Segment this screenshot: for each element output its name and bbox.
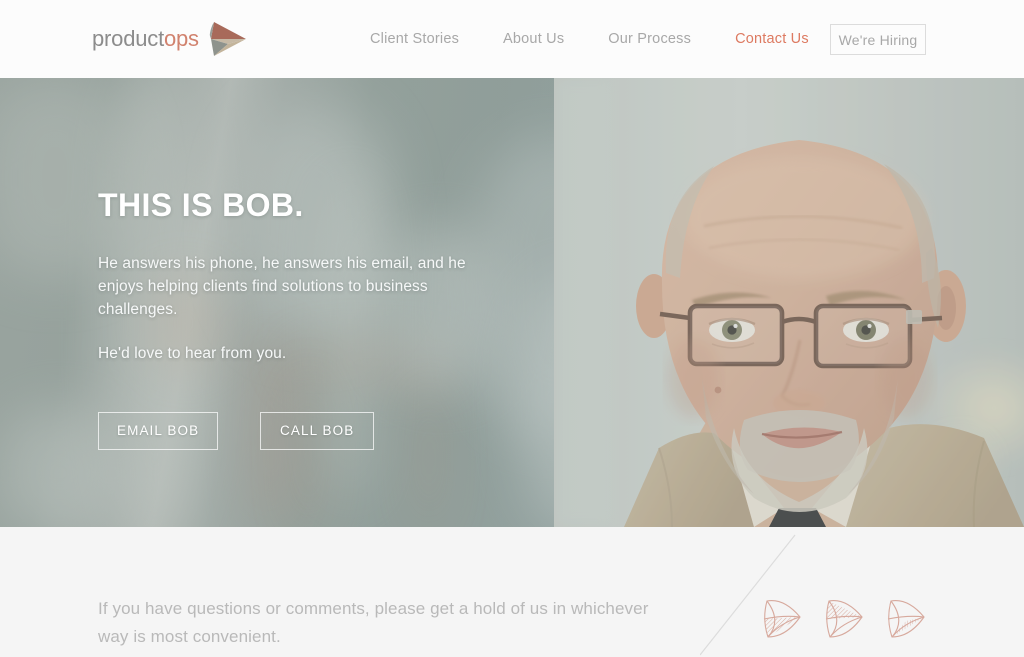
hero-content: THIS IS BOB. He answers his phone, he an… (98, 187, 558, 450)
email-bob-button[interactable]: EMAIL BOB (98, 411, 219, 450)
nav-about-us[interactable]: About Us (503, 31, 564, 47)
hero-section: THIS IS BOB. He answers his phone, he an… (0, 78, 1024, 527)
nav-contact-us[interactable]: Contact Us (735, 31, 809, 47)
were-hiring-button[interactable]: We're Hiring (830, 24, 926, 55)
hero-paragraph-line-1: He answers his phone, he answers his ema… (98, 255, 466, 319)
call-bob-button[interactable]: CALL BOB (260, 411, 375, 450)
triangle-play-mark-icon (206, 18, 250, 60)
hero-paragraph-line-2: He'd love to hear from you. (98, 345, 287, 362)
productops-logo[interactable]: productops (92, 18, 250, 60)
nav-client-stories[interactable]: Client Stories (370, 31, 459, 47)
logo-wordmark: productops (92, 28, 199, 50)
hero-title: THIS IS BOB. (98, 187, 304, 223)
decorative-triangle-row (760, 597, 946, 641)
logo-word-product: product (92, 26, 164, 51)
site-header: productops Client Stories About Us Our P… (0, 0, 1024, 78)
main-navigation: Client Stories About Us Our Process Cont… (370, 0, 853, 78)
contact-intro-section: If you have questions or comments, pleas… (0, 527, 1024, 657)
hero-paragraph: He answers his phone, he answers his ema… (98, 253, 498, 366)
contact-intro-text: If you have questions or comments, pleas… (98, 599, 649, 647)
hero-cta-group: EMAIL BOB CALL BOB (98, 411, 558, 450)
page-root: productops Client Stories About Us Our P… (0, 0, 1024, 657)
triangle-outline-icon-1 (763, 600, 801, 638)
logo-word-ops: ops (163, 26, 199, 51)
triangle-outline-icon-2 (825, 600, 863, 638)
nav-our-process[interactable]: Our Process (608, 31, 691, 47)
triangle-outline-icon-3 (887, 600, 925, 638)
